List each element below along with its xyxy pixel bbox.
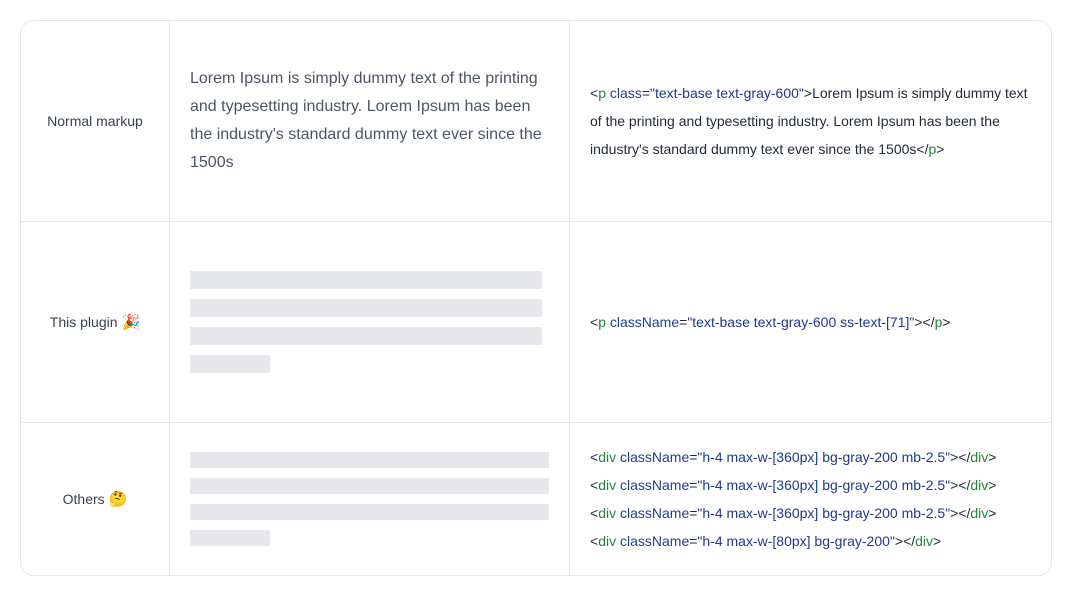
code-value: "h-4 max-w-[80px] bg-gray-200"	[697, 533, 895, 549]
code-tag: p	[598, 314, 606, 330]
code-snippet: <p className="text-base text-gray-600 ss…	[590, 314, 951, 330]
code-close-tag: div	[970, 449, 989, 465]
code-tag: div	[598, 533, 617, 549]
demo-cell	[170, 423, 570, 575]
code-snippet: <div className="h-4 max-w-[360px] bg-gra…	[590, 443, 996, 555]
code-line: <div className="h-4 max-w-[360px] bg-gra…	[590, 449, 997, 465]
skeleton-bar-short	[190, 355, 270, 373]
code-value: "h-4 max-w-[360px] bg-gray-200 mb-2.5"	[697, 505, 951, 521]
row-label: This plugin 🎉	[21, 222, 170, 422]
code-tag: div	[598, 449, 617, 465]
code-cell: <div className="h-4 max-w-[360px] bg-gra…	[570, 423, 1051, 575]
party-popper-icon: 🎉	[121, 313, 141, 331]
code-attr: className	[619, 505, 690, 521]
row-label: Normal markup	[21, 21, 170, 221]
code-line: <div className="h-4 max-w-[360px] bg-gra…	[590, 505, 997, 521]
code-line: <div className="h-4 max-w-[360px] bg-gra…	[590, 477, 997, 493]
code-attr: className	[609, 314, 680, 330]
code-close-tag: div	[970, 477, 989, 493]
code-close-tag: div	[915, 533, 934, 549]
code-tag: div	[598, 477, 617, 493]
code-tag: div	[598, 505, 617, 521]
row-label-text: Normal markup	[47, 113, 143, 129]
skeleton-bar	[190, 452, 549, 468]
code-tag: p	[598, 85, 606, 101]
demo-cell	[170, 222, 570, 422]
skeleton-bar	[190, 504, 549, 520]
code-attr: class	[609, 85, 642, 101]
code-close-tag: p	[928, 141, 937, 157]
table-row-normal-markup: Normal markup Lorem Ipsum is simply dumm…	[21, 21, 1051, 222]
code-snippet: <p class="text-base text-gray-600">Lorem…	[590, 85, 1028, 157]
skeleton-bar	[190, 327, 542, 345]
code-cell: <p class="text-base text-gray-600">Lorem…	[570, 21, 1051, 221]
code-close-tag: div	[970, 505, 989, 521]
row-label-text: This plugin	[49, 314, 118, 330]
code-value: "h-4 max-w-[360px] bg-gray-200 mb-2.5"	[697, 477, 951, 493]
table-row-this-plugin: This plugin 🎉 <p className="text-base te…	[21, 222, 1051, 423]
table-row-others: Others 🤔 <div className="h-4 max-w-[360p…	[21, 423, 1051, 575]
code-value: "h-4 max-w-[360px] bg-gray-200 mb-2.5"	[697, 449, 951, 465]
skeleton-bar	[190, 478, 549, 494]
skeleton-bar	[190, 271, 542, 289]
row-label-text: Others	[62, 491, 105, 507]
thinking-face-icon: 🤔	[108, 490, 128, 508]
demo-cell: Lorem Ipsum is simply dummy text of the …	[170, 21, 570, 221]
row-label: Others 🤔	[21, 423, 170, 575]
code-close-tag: p	[934, 314, 943, 330]
comparison-table: Normal markup Lorem Ipsum is simply dumm…	[20, 20, 1052, 576]
code-attr: className	[619, 477, 690, 493]
skeleton-placeholder	[190, 271, 549, 373]
code-attr: className	[619, 533, 690, 549]
skeleton-placeholder	[190, 452, 549, 546]
code-cell: <p className="text-base text-gray-600 ss…	[570, 222, 1051, 422]
skeleton-bar-short	[190, 530, 270, 546]
skeleton-bar	[190, 299, 542, 317]
code-value: "text-base text-gray-600"	[649, 85, 804, 101]
code-attr: className	[619, 449, 690, 465]
code-value: "text-base text-gray-600 ss-text-[71]"	[687, 314, 915, 330]
demo-paragraph: Lorem Ipsum is simply dummy text of the …	[190, 70, 542, 171]
code-line: <div className="h-4 max-w-[80px] bg-gray…	[590, 533, 942, 549]
